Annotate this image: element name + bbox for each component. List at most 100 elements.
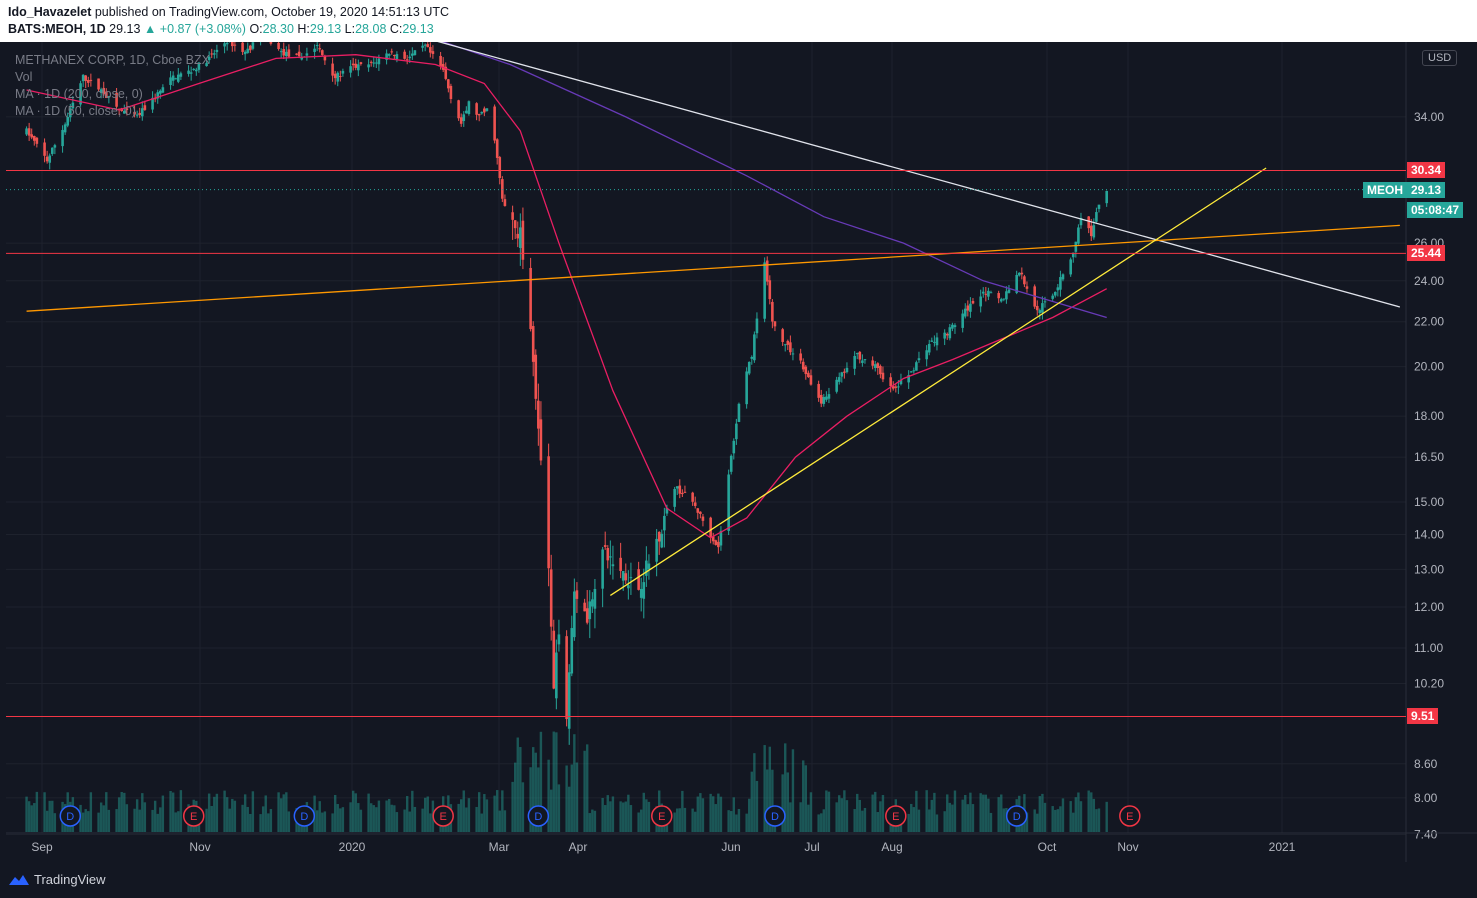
candle-body <box>987 290 990 297</box>
y-tick-label: 18.00 <box>1414 409 1444 423</box>
legend-ma200[interactable]: MA · 1D (200, close, 0) <box>15 87 143 101</box>
volume-bar <box>138 809 141 832</box>
volume-bar <box>393 805 396 832</box>
candle-body <box>84 75 88 81</box>
candle-body <box>537 400 540 429</box>
price-chart[interactable]: 34.0026.0024.0022.0020.0018.0016.5015.00… <box>0 42 1477 862</box>
volume-bar <box>156 813 159 832</box>
dividend-marker[interactable]: D <box>764 805 786 827</box>
volume-bar <box>465 807 468 832</box>
candle-body <box>609 556 612 558</box>
candle-body <box>32 136 36 141</box>
candle-body <box>699 511 702 514</box>
candle-body <box>979 296 982 307</box>
candle-body <box>727 474 730 531</box>
candle-body <box>158 90 162 94</box>
candle-body <box>195 69 198 72</box>
volume-bar <box>99 802 103 832</box>
volume-bar <box>267 813 270 832</box>
event-letter: E <box>658 811 665 823</box>
volume-bar <box>215 793 219 832</box>
dividend-marker[interactable]: D <box>293 805 316 827</box>
volume-bar <box>547 759 550 832</box>
candle-body <box>279 51 283 53</box>
volume-bar <box>629 805 633 832</box>
currency-button[interactable]: USD <box>1422 50 1458 66</box>
volume-bar <box>261 806 265 832</box>
volume-bar <box>1033 809 1036 832</box>
legend-volume[interactable]: Vol <box>15 70 32 84</box>
candle-body <box>297 51 301 57</box>
volume-bar <box>516 737 519 832</box>
volume-bar <box>730 811 733 832</box>
candle-body <box>1041 303 1044 313</box>
volume-bar <box>171 792 175 832</box>
earnings-marker[interactable]: E <box>651 805 673 827</box>
candle-body <box>498 157 502 179</box>
candle-body <box>825 396 828 400</box>
y-tick-label: 16.50 <box>1414 450 1444 464</box>
volume-bar <box>609 801 612 832</box>
legend-ma50[interactable]: MA · 1D (50, close, 0) <box>15 104 136 118</box>
dividend-marker[interactable]: D <box>1005 805 1028 827</box>
volume-bar <box>835 802 838 832</box>
dividend-marker[interactable]: D <box>527 805 550 827</box>
candle-body <box>693 502 697 506</box>
candle-body <box>889 377 892 387</box>
volume-bar <box>691 808 694 832</box>
candle-body <box>858 351 862 360</box>
volume-bar <box>565 765 568 832</box>
earnings-marker[interactable]: E <box>1119 805 1141 827</box>
candle-body <box>894 386 898 388</box>
candle-body <box>809 375 813 385</box>
dividend-marker[interactable]: D <box>59 805 82 827</box>
volume-bar <box>676 808 679 832</box>
candle-body <box>853 355 856 369</box>
volume-bar <box>822 809 826 832</box>
volume-bar <box>375 807 378 832</box>
candle-body <box>1097 204 1101 209</box>
volume-bar <box>498 810 501 832</box>
candle-body <box>431 51 435 54</box>
publisher-name[interactable]: Ido_Havazelet <box>8 5 91 19</box>
candle-body <box>1089 225 1093 237</box>
candle-body <box>1023 276 1026 285</box>
candle-body <box>511 212 514 220</box>
candle-body <box>945 333 949 336</box>
candle-body <box>557 634 561 645</box>
y-tick-label: 12.00 <box>1414 600 1444 614</box>
volume-bar <box>115 809 118 832</box>
volume-bar <box>423 797 427 832</box>
volume-bar <box>550 789 553 832</box>
earnings-marker[interactable]: E <box>182 805 205 827</box>
candle-body <box>179 73 183 77</box>
candle-body <box>315 45 319 47</box>
candle-body <box>1105 190 1108 204</box>
volume-bar <box>611 796 615 832</box>
candle-body <box>786 340 790 345</box>
candle-body <box>354 63 358 68</box>
volume-bar <box>241 804 244 832</box>
volume-bar <box>279 798 283 832</box>
volume-bar <box>483 794 486 832</box>
candle-body <box>439 55 442 67</box>
volume-bar <box>177 811 180 832</box>
volume-bar <box>1041 793 1044 832</box>
volume-bar <box>395 812 399 832</box>
tradingview-logo[interactable]: TradingView <box>8 872 106 887</box>
volume-bar <box>570 764 573 832</box>
candle-body <box>462 114 466 122</box>
candle-body <box>1059 277 1062 290</box>
candle-body <box>750 356 754 359</box>
candle-body <box>187 70 190 74</box>
volume-bar <box>333 794 337 832</box>
candle-body <box>480 111 484 114</box>
candle-body <box>513 220 517 229</box>
earnings-marker[interactable]: E <box>432 805 454 827</box>
earnings-marker[interactable]: E <box>885 805 907 827</box>
candle-body <box>457 100 460 119</box>
volume-bar <box>745 813 748 832</box>
published-text: published on TradingView.com, October 19… <box>94 5 450 19</box>
candle-body <box>1051 295 1054 299</box>
candle-body <box>403 51 406 59</box>
